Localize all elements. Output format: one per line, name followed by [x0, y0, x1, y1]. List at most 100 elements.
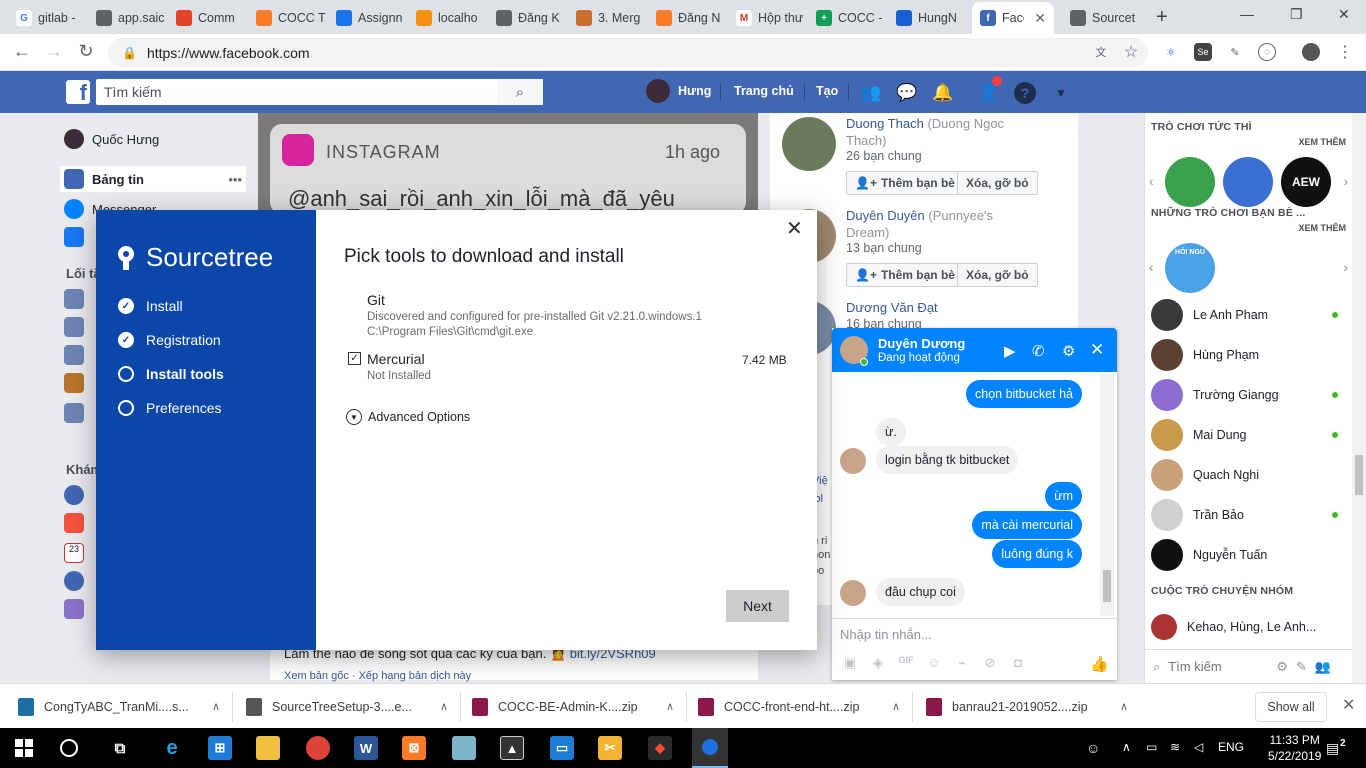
- caption-footer[interactable]: Xem bản gốc · Xếp hạng bản dịch này: [284, 670, 471, 682]
- contact-item[interactable]: Le Anh Pham: [1151, 297, 1347, 333]
- account-menu-caret-icon[interactable]: ▼: [1050, 82, 1072, 104]
- games-next-arrow-icon[interactable]: ›: [1343, 173, 1348, 189]
- tray-expand-icon[interactable]: ∧: [1122, 740, 1131, 754]
- attachment-icon[interactable]: ⌁: [954, 655, 970, 671]
- nav-profile-link[interactable]: Hưng: [678, 84, 711, 98]
- browser-tab[interactable]: Đăng N: [648, 2, 726, 34]
- facebook-search-input[interactable]: [96, 84, 496, 100]
- more-options-icon[interactable]: •••: [228, 172, 246, 187]
- contact-item[interactable]: Hùng Phạm: [1151, 337, 1347, 373]
- user-avatar[interactable]: [646, 79, 670, 103]
- chevron-up-icon[interactable]: ∧: [892, 700, 900, 713]
- messenger-icon[interactable]: 💬: [896, 82, 918, 104]
- friends-games-next-arrow-icon[interactable]: ›: [1343, 259, 1348, 275]
- chat-message-input[interactable]: [840, 627, 1100, 642]
- contact-item[interactable]: Nguyễn Tuấn: [1151, 537, 1347, 573]
- saved-icon[interactable]: [64, 597, 84, 621]
- chat-scrollbar[interactable]: [1100, 374, 1114, 616]
- new-group-icon[interactable]: 👥: [1315, 659, 1331, 675]
- chrome-icon[interactable]: [306, 736, 330, 760]
- browser-tab[interactable]: localho: [408, 2, 486, 34]
- download-item[interactable]: COCC-front-end-ht....zip ∧: [698, 684, 900, 729]
- browser-tab[interactable]: M Hộp thư: [728, 2, 806, 34]
- suggested-friend-avatar[interactable]: [782, 117, 836, 171]
- phone-call-icon[interactable]: ✆: [1032, 342, 1045, 360]
- word-icon[interactable]: W: [354, 736, 378, 760]
- gif-icon[interactable]: GIF: [898, 655, 914, 671]
- nav-home-link[interactable]: Trang chủ: [734, 84, 794, 98]
- back-icon[interactable]: ←: [10, 41, 34, 62]
- thumbs-up-icon[interactable]: 👍: [1090, 655, 1109, 673]
- sticker-icon[interactable]: ◈: [870, 655, 886, 671]
- chevron-up-icon[interactable]: ∧: [1120, 700, 1128, 713]
- nav-create-link[interactable]: Tạo: [816, 84, 838, 98]
- left-profile-link[interactable]: Quốc Hưng: [64, 127, 159, 151]
- suggested-friend-name[interactable]: Duyên Duyên: [846, 208, 925, 223]
- git-icon[interactable]: ◆: [648, 736, 672, 760]
- eyedropper-icon[interactable]: ✎: [1226, 43, 1244, 61]
- chat-contact-name[interactable]: Duyên Dương: [878, 336, 965, 351]
- forward-icon[interactable]: →: [42, 41, 66, 62]
- contact-item[interactable]: Trần Bảo: [1151, 497, 1347, 533]
- download-item[interactable]: SourceTreeSetup-3....e... ∧: [246, 684, 448, 729]
- left-newsfeed-link[interactable]: Bảng tin •••: [60, 166, 246, 192]
- extension-icon[interactable]: ◌: [1258, 43, 1276, 61]
- video-call-icon[interactable]: ▶: [1004, 342, 1016, 360]
- group-icon[interactable]: [64, 287, 84, 311]
- wifi-icon[interactable]: ≋: [1170, 740, 1180, 754]
- app-window-icon[interactable]: ▭: [550, 736, 574, 760]
- pages-flag-icon[interactable]: [64, 511, 84, 535]
- bookmark-star-icon[interactable]: ☆: [1122, 43, 1140, 61]
- mercurial-checkbox[interactable]: ✓: [348, 352, 361, 365]
- chevron-up-icon[interactable]: ∧: [440, 700, 448, 713]
- minimize-button[interactable]: —: [1240, 6, 1254, 22]
- next-button[interactable]: Next: [726, 590, 789, 622]
- group-icon[interactable]: [64, 343, 84, 367]
- battery-icon[interactable]: ▭: [1146, 740, 1157, 754]
- close-tab-icon[interactable]: ✕: [1030, 10, 1054, 27]
- edge-browser-icon[interactable]: e: [160, 736, 184, 760]
- browser-tab[interactable]: Đăng K: [488, 2, 566, 34]
- volume-icon[interactable]: ◁: [1194, 740, 1203, 754]
- close-window-button[interactable]: ✕: [1338, 6, 1350, 23]
- suggested-friend-name[interactable]: Dương Văn Đạt: [846, 300, 938, 315]
- tools-icon[interactable]: ✂: [598, 736, 622, 760]
- camera-icon[interactable]: ◘: [1010, 655, 1026, 671]
- address-bar[interactable]: 🔒 https://www.facebook.com: [108, 38, 1148, 67]
- mutual-friends-count[interactable]: 26 bạn chung: [846, 149, 922, 163]
- close-shelf-icon[interactable]: ✕: [1342, 695, 1355, 715]
- friend-requests-icon[interactable]: 👥: [860, 82, 882, 104]
- suggested-friend-name[interactable]: Duong Thach: [846, 116, 924, 131]
- group-icon[interactable]: [64, 315, 84, 339]
- browser-tab[interactable]: Ggitlab -: [8, 2, 86, 34]
- react-devtools-icon[interactable]: ⚛: [1162, 43, 1180, 61]
- photo-icon[interactable]: ▣: [842, 655, 858, 671]
- store-icon[interactable]: ⊞: [208, 736, 232, 760]
- input-language[interactable]: ENG: [1218, 740, 1244, 754]
- sticky-app-icon[interactable]: [452, 736, 476, 760]
- translate-icon[interactable]: 文: [1092, 43, 1110, 61]
- new-message-icon[interactable]: ✎: [1296, 659, 1307, 675]
- facebook-logo-icon[interactable]: f: [66, 80, 90, 104]
- search-icon[interactable]: ⌕: [497, 79, 543, 105]
- browser-tab[interactable]: f Face ✕: [972, 2, 1054, 34]
- help-icon[interactable]: ?: [1014, 82, 1036, 104]
- aew-game-icon[interactable]: AEW: [1281, 157, 1331, 207]
- task-view-icon[interactable]: ⧉: [108, 736, 132, 760]
- action-center-icon[interactable]: ▤: [1326, 740, 1339, 757]
- remove-suggestion-button[interactable]: Xóa, gỡ bỏ: [957, 263, 1038, 287]
- browser-tab[interactable]: 3. Merg: [568, 2, 646, 34]
- download-item[interactable]: COCC-BE-Admin-K....zip ∧: [472, 684, 674, 729]
- watch-icon[interactable]: [64, 225, 84, 249]
- download-item[interactable]: banrau21-2019052....zip ∧: [926, 684, 1128, 729]
- group-icon[interactable]: [64, 401, 84, 425]
- selenium-icon[interactable]: Se: [1194, 43, 1212, 61]
- contact-item[interactable]: Trường Giangg: [1151, 377, 1347, 413]
- mutual-friends-count[interactable]: 13 bạn chung: [846, 241, 922, 255]
- show-all-downloads-button[interactable]: Show all: [1255, 692, 1327, 722]
- emoji-icon[interactable]: ☺: [926, 655, 942, 671]
- browser-tab[interactable]: COCC T: [248, 2, 326, 34]
- remove-suggestion-button[interactable]: Xóa, gỡ bỏ: [957, 171, 1038, 195]
- windows-start-icon[interactable]: [12, 736, 36, 760]
- contact-item[interactable]: Quach Nghi: [1151, 457, 1347, 493]
